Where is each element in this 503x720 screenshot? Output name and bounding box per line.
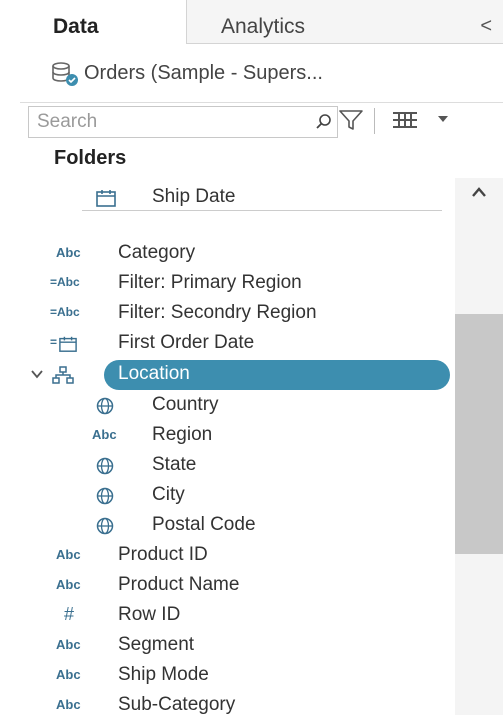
- field-label: Filter: Primary Region: [118, 272, 302, 293]
- string-type-icon: Abc: [92, 427, 117, 442]
- field-label: Postal Code: [152, 514, 256, 535]
- divider: [20, 102, 503, 103]
- field-label: Ship Mode: [118, 664, 209, 685]
- tab-data-label: Data: [53, 15, 99, 38]
- field-first-order-date[interactable]: = First Order Date: [50, 330, 470, 358]
- field-label: Country: [152, 394, 219, 415]
- field-label: Segment: [118, 634, 195, 655]
- field-label: Row ID: [118, 604, 181, 625]
- field-city[interactable]: City: [94, 482, 503, 510]
- field-location[interactable]: Location: [104, 360, 450, 390]
- tab-analytics[interactable]: Analytics <: [186, 0, 503, 44]
- field-country[interactable]: Country: [94, 392, 503, 420]
- tab-data[interactable]: Data: [0, 0, 185, 43]
- datasource-label: Orders (Sample - Supers...: [84, 62, 323, 84]
- search-box: [28, 106, 338, 138]
- globe-icon: [96, 487, 114, 505]
- calculated-string-icon: =Abc: [50, 275, 80, 289]
- calculated-string-icon: =Abc: [50, 305, 80, 319]
- calendar-icon: [96, 190, 116, 207]
- field-label: State: [152, 454, 197, 475]
- filter-icon[interactable]: [338, 108, 364, 132]
- field-label: Filter: Secondry Region: [118, 302, 317, 323]
- tab-analytics-label: Analytics: [221, 15, 306, 38]
- field-postal-code[interactable]: Postal Code: [94, 512, 503, 540]
- field-segment[interactable]: Abc Segment: [50, 632, 470, 660]
- field-sub-category[interactable]: Abc Sub-Category: [50, 692, 470, 720]
- datasource-icon: [52, 62, 78, 86]
- string-type-icon: Abc: [56, 547, 81, 562]
- chevron-up-icon[interactable]: [455, 182, 503, 202]
- field-filter-primary-region[interactable]: =Abc Filter: Primary Region: [50, 270, 470, 298]
- field-filter-secondry-region[interactable]: =Abc Filter: Secondry Region: [50, 300, 470, 328]
- collapse-pane-button[interactable]: <: [480, 15, 492, 38]
- string-type-icon: Abc: [56, 697, 81, 712]
- datasource-item[interactable]: Orders (Sample - Supers...: [50, 60, 490, 90]
- field-label: Category: [118, 242, 196, 263]
- search-icon[interactable]: [315, 113, 333, 131]
- toolbar-separator: [374, 108, 375, 134]
- calendar-icon: [59, 336, 77, 352]
- scrollbar[interactable]: [455, 178, 503, 715]
- field-label: Ship Date: [152, 186, 236, 207]
- field-label: Product ID: [118, 544, 208, 565]
- search-input[interactable]: [35, 110, 279, 134]
- pane-tabs: Data Analytics <: [0, 0, 503, 44]
- field-ship-date[interactable]: Ship Date: [94, 184, 503, 212]
- hierarchy-icon: [52, 366, 74, 384]
- field-label: Product Name: [118, 574, 240, 595]
- field-product-id[interactable]: Abc Product ID: [50, 542, 470, 570]
- field-row-id[interactable]: # Row ID: [50, 602, 470, 630]
- number-type-icon: #: [64, 604, 75, 624]
- globe-icon: [96, 397, 114, 415]
- scrollbar-thumb[interactable]: [455, 314, 503, 554]
- folders-title: Folders: [54, 147, 127, 169]
- chevron-down-icon[interactable]: [30, 368, 44, 380]
- string-type-icon: Abc: [56, 637, 81, 652]
- string-type-icon: Abc: [56, 577, 81, 592]
- field-ship-mode[interactable]: Abc Ship Mode: [50, 662, 470, 690]
- field-region[interactable]: Abc Region: [90, 422, 503, 450]
- field-product-name[interactable]: Abc Product Name: [50, 572, 470, 600]
- divider: [82, 210, 442, 211]
- field-category[interactable]: Abc Category: [50, 240, 470, 268]
- field-label: Location: [118, 363, 190, 384]
- chevron-down-icon[interactable]: [436, 114, 450, 124]
- field-label: Sub-Category: [118, 694, 236, 715]
- string-type-icon: Abc: [56, 667, 81, 682]
- field-label: City: [152, 484, 185, 505]
- list-view-icon[interactable]: [392, 110, 418, 130]
- field-label: First Order Date: [118, 332, 255, 353]
- string-type-icon: Abc: [56, 245, 81, 260]
- globe-icon: [96, 457, 114, 475]
- field-state[interactable]: State: [94, 452, 503, 480]
- globe-icon: [96, 517, 114, 535]
- field-label: Region: [152, 424, 213, 445]
